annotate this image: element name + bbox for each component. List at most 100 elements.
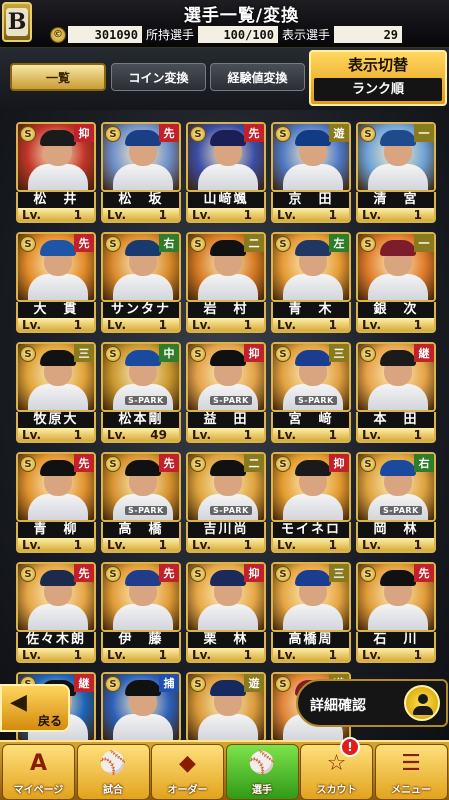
player-card[interactable]: S先青 柳 Lv. 1 (16, 452, 96, 553)
player-card[interactable]: S 先 S-PARK 高 橋 Lv. 1 (101, 452, 181, 553)
player-level: Lv. 1 (16, 208, 96, 223)
player-uniform (198, 274, 258, 300)
player-card[interactable]: S 二 S-PARK 吉川尚 Lv. 1 (186, 452, 266, 553)
level-label: Lv. (107, 537, 127, 552)
position-badge: 中 (159, 344, 179, 362)
level-label: Lv. (277, 207, 297, 222)
player-card[interactable]: S抑松 井 Lv. 1 (16, 122, 96, 223)
spark-badge: S-PARK (125, 396, 167, 405)
tab-exp-convert[interactable]: 経験値変換 (210, 63, 305, 91)
level-value: 1 (243, 537, 252, 552)
nav-menu[interactable]: ☰ メニュー (374, 744, 448, 800)
player-cap (380, 130, 416, 146)
nav-match[interactable]: ⚾ 試合 (76, 744, 150, 800)
player-card[interactable]: S 先佐々木朗 Lv. 1 (16, 562, 96, 663)
player-level: Lv. 49 (101, 428, 181, 443)
nav-players[interactable]: ⚾ 選手 (225, 744, 299, 800)
display-toggle-button[interactable]: 表示切替 ランク順 (309, 50, 447, 106)
tab-list[interactable]: 一覧 (10, 63, 106, 91)
level-value: 1 (158, 317, 167, 332)
rank-s-icon: S (105, 126, 121, 142)
player-name: 吉川尚 (186, 522, 266, 538)
player-name: 栗 林 (186, 632, 266, 648)
detail-check-button[interactable]: 詳細確認 (296, 679, 448, 727)
player-level: Lv. 1 (16, 318, 96, 333)
player-card[interactable]: S先石 川 Lv. 1 (356, 562, 436, 663)
player-portrait: S先 (16, 452, 96, 522)
player-portrait: S先 (356, 562, 436, 632)
player-cap (125, 240, 161, 256)
player-name: 石 川 (356, 632, 436, 648)
level-value: 1 (243, 317, 252, 332)
player-name: 京 田 (271, 192, 351, 208)
team-logo-letter: B (6, 8, 28, 36)
position-badge: 抑 (244, 344, 264, 362)
player-level: Lv. 1 (186, 538, 266, 553)
player-uniform (113, 714, 173, 740)
nav-order[interactable]: ◆ オーダー (151, 744, 224, 800)
player-card[interactable]: S一清 宮 Lv. 1 (356, 122, 436, 223)
rank-s-icon: S (190, 346, 206, 362)
level-label: Lv. (362, 647, 382, 662)
player-card[interactable]: S 三 S-PARK 宮 﨑 Lv. 1 (271, 342, 351, 443)
player-card[interactable]: S先伊 藤 Lv. 1 (101, 562, 181, 663)
player-card[interactable]: S 右サンタナ Lv. 1 (101, 232, 181, 333)
player-uniform (113, 164, 173, 190)
level-label: Lv. (22, 427, 42, 442)
position-badge: 先 (159, 124, 179, 142)
player-card[interactable]: S 三牧原大 Lv. 1 (16, 342, 96, 443)
player-card[interactable]: S捕 杜 (101, 672, 181, 740)
player-card[interactable]: S継本 田 Lv. 1 (356, 342, 436, 443)
player-cap (40, 460, 76, 476)
player-uniform (113, 604, 173, 630)
player-cap (40, 350, 76, 366)
rank-s-icon: S (360, 126, 376, 142)
player-card[interactable]: S先松 坂 Lv. 1 (101, 122, 181, 223)
player-portrait: S先 (16, 232, 96, 302)
player-card[interactable]: S 三高橋周 Lv. 1 (271, 562, 351, 663)
player-cap (125, 680, 161, 696)
nav-scout[interactable]: ☆ スカウト! (300, 737, 373, 800)
level-value: 1 (328, 207, 337, 222)
player-card[interactable]: S 先山﨑颯 Lv. 1 (186, 122, 266, 223)
back-label: 戻る (38, 714, 63, 728)
player-portrait: S捕 (101, 672, 181, 740)
player-cap (380, 350, 416, 366)
player-card[interactable]: S左青 木 Lv. 1 (271, 232, 351, 333)
level-value: 1 (413, 317, 422, 332)
player-level: Lv. 1 (101, 648, 181, 663)
player-card[interactable]: S 右 S-PARK 岡 林 Lv. 1 (356, 452, 436, 553)
player-cap (210, 130, 246, 146)
rank-s-icon: S (105, 676, 121, 692)
position-badge: 先 (244, 124, 264, 142)
player-card[interactable]: S先大 貫 Lv. 1 (16, 232, 96, 333)
level-label: Lv. (277, 317, 297, 332)
level-label: Lv. (107, 647, 127, 662)
menu-icon: ☰ (401, 751, 421, 776)
player-card[interactable]: S二岩 村 Lv. 1 (186, 232, 266, 333)
player-card[interactable]: S抑栗 林 Lv. 1 (186, 562, 266, 663)
level-label: Lv. (362, 207, 382, 222)
nav-mypage[interactable]: A マイページ (2, 744, 75, 800)
player-card[interactable]: S 抑 S-PARK 益 田 Lv. 1 (186, 342, 266, 443)
player-card[interactable]: S 抑モイネロ Lv. 1 (271, 452, 351, 553)
player-name: 佐々木朗 (16, 632, 96, 648)
player-card[interactable]: S一銀 次 Lv. 1 (356, 232, 436, 333)
player-name: 大 貫 (16, 302, 96, 318)
back-button[interactable]: ◀ 戻る (0, 684, 70, 732)
player-level: Lv. 1 (356, 428, 436, 443)
player-name: 牧原大 (16, 412, 96, 428)
player-uniform (28, 164, 88, 190)
player-card[interactable]: S 中 S-PARK 松本剛 Lv. 49 (101, 342, 181, 443)
position-badge: 二 (244, 454, 264, 472)
player-card[interactable]: S遊京 田 Lv. 1 (271, 122, 351, 223)
rank-s-icon: S (275, 566, 291, 582)
player-cap (40, 130, 76, 146)
player-uniform (283, 494, 343, 520)
nav-label: マイページ (13, 785, 64, 796)
level-label: Lv. (362, 317, 382, 332)
order-icon: ◆ (179, 751, 196, 776)
tab-coin-convert[interactable]: コイン変換 (111, 63, 206, 91)
player-uniform (283, 164, 343, 190)
player-card[interactable]: S遊長 岡 (186, 672, 266, 740)
